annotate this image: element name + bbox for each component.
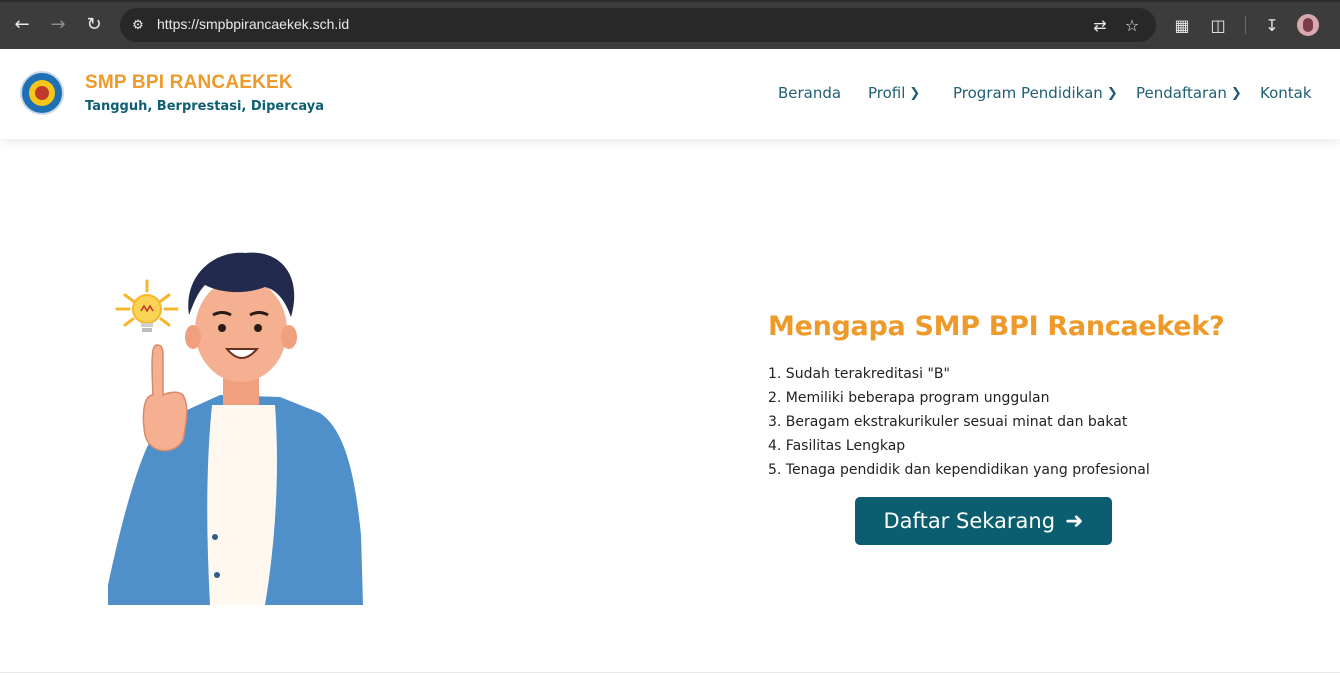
bookmark-star-icon[interactable]: ☆ — [1122, 15, 1142, 35]
browser-toolbar: ← → ↻ ⚙ https://smpbpirancaekek.sch.id ⇄… — [0, 0, 1340, 49]
daftar-sekarang-button[interactable]: Daftar Sekarang ➜ — [855, 497, 1112, 545]
chevron-down-icon: ❯ — [1230, 85, 1242, 101]
url-text[interactable]: https://smpbpirancaekek.sch.id — [157, 16, 349, 32]
student-idea-illustration — [108, 252, 363, 605]
nav-beranda[interactable]: Beranda — [778, 84, 841, 102]
section-divider — [0, 672, 1340, 673]
list-item: 2. Memiliki beberapa program unggulan — [768, 390, 1050, 406]
nav-pendaftaran-label: Pendaftaran — [1136, 84, 1227, 102]
forward-icon[interactable]: → — [46, 12, 70, 36]
extension-icon[interactable]: ▦ — [1171, 14, 1193, 36]
nav-program-label: Program Pendidikan — [953, 84, 1103, 102]
nav-kontak-label: Kontak — [1260, 84, 1312, 102]
back-icon[interactable]: ← — [10, 12, 34, 36]
brand-title[interactable]: SMP BPI RANCAEKEK — [85, 72, 293, 94]
nav-profil-label: Profil — [868, 84, 906, 102]
site-settings-icon[interactable]: ⚙ — [128, 15, 148, 35]
nav-beranda-label: Beranda — [778, 84, 842, 102]
list-item: 3. Beragam ekstrakurikuler sesuai minat … — [768, 414, 1128, 430]
list-item: 1. Sudah terakreditasi "B" — [768, 366, 950, 382]
list-item: 5. Tenaga pendidik dan kependidikan yang… — [768, 462, 1150, 478]
face-shape — [195, 278, 287, 382]
cta-label: Daftar Sekarang — [883, 509, 1056, 533]
site-header: SMP BPI RANCAEKEK Tangguh, Berprestasi, … — [0, 49, 1340, 139]
arrow-right-icon: ➜ — [1065, 508, 1084, 534]
puzzle-icon[interactable]: ◫ — [1207, 14, 1229, 36]
brand-tagline: Tangguh, Berprestasi, Dipercaya — [85, 99, 324, 114]
list-item: 4. Fasilitas Lengkap — [768, 438, 906, 454]
download-icon[interactable]: ↧ — [1261, 14, 1283, 36]
nav-pendaftaran[interactable]: Pendaftaran ❯ — [1136, 84, 1242, 102]
tab-strip-edge — [0, 0, 1340, 2]
reload-icon[interactable]: ↻ — [82, 12, 106, 36]
toolbar-divider — [1245, 16, 1246, 34]
chevron-down-icon: ❯ — [1106, 85, 1118, 101]
lightbulb-icon — [132, 294, 162, 332]
nav-program-pendidikan[interactable]: Program Pendidikan ❯ — [953, 84, 1118, 102]
school-logo[interactable] — [20, 71, 64, 115]
address-bar[interactable]: ⚙ https://smpbpirancaekek.sch.id ⇄ ☆ — [120, 8, 1156, 42]
profile-avatar[interactable] — [1297, 14, 1319, 36]
nav-kontak[interactable]: Kontak — [1260, 84, 1312, 102]
chevron-down-icon: ❯ — [909, 85, 921, 101]
reasons-list: 1. Sudah terakreditasi "B" 2. Memiliki b… — [768, 364, 1150, 484]
translate-icon[interactable]: ⇄ — [1090, 15, 1110, 35]
nav-profil[interactable]: Profil ❯ — [868, 84, 920, 102]
hero-title: Mengapa SMP BPI Rancaekek? — [768, 311, 1225, 342]
hand-shape — [142, 344, 188, 452]
